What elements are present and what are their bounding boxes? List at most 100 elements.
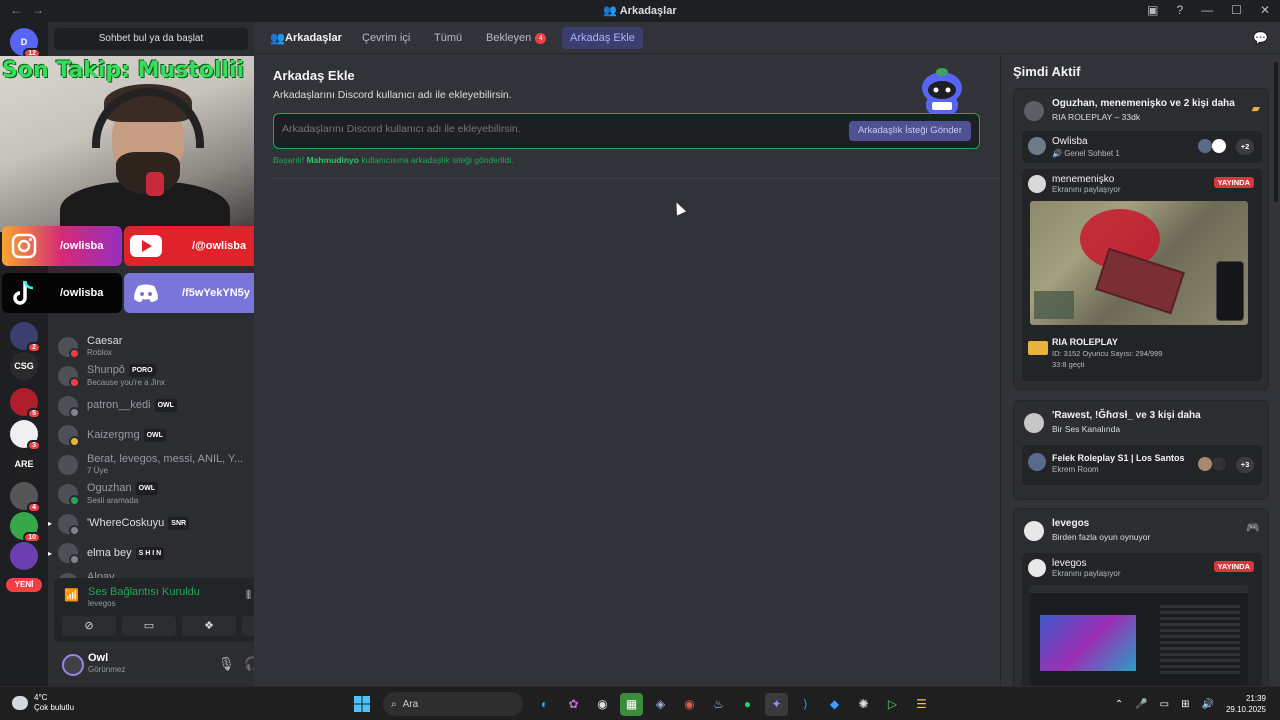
- avatar: [58, 366, 80, 389]
- avatar: [1024, 413, 1044, 433]
- ria-logo-icon: [1028, 341, 1048, 355]
- server-icon[interactable]: D 12: [10, 28, 41, 59]
- inbox-icon[interactable]: ▣: [1147, 3, 1158, 17]
- send-friend-request-button[interactable]: Arkadaşlık İsteği Gönder: [848, 121, 971, 141]
- add-friend-title: Arkadaş Ekle: [273, 68, 355, 83]
- scrollbar[interactable]: [1274, 62, 1278, 202]
- dm-list-item[interactable]: ▸ 'WhereCoskuyu SNR: [48, 509, 254, 539]
- minimize-button[interactable]: —: [1201, 3, 1213, 17]
- tab-online[interactable]: Çevrim içi: [354, 27, 418, 49]
- chevron-up-icon[interactable]: ⌃: [1115, 699, 1123, 710]
- stream-row[interactable]: levegos Ekranını paylaşıyor YAYINDA: [1022, 553, 1262, 686]
- mic-tray-icon[interactable]: 🎤: [1135, 699, 1147, 710]
- mention-badge: 2: [27, 342, 41, 353]
- tab-add-friend[interactable]: Arkadaş Ekle: [562, 27, 643, 49]
- activities-button[interactable]: ❖: [182, 616, 236, 636]
- server-icon[interactable]: 4: [10, 482, 41, 513]
- server-icon[interactable]: [10, 542, 38, 570]
- noise-suppression-icon[interactable]: ⫴: [246, 588, 251, 603]
- dm-list: Caesar Roblox Shunpô PORO Because you're a J…: [48, 332, 254, 598]
- screen-share-button[interactable]: ▭: [122, 616, 176, 636]
- voice-status-title[interactable]: Ses Bağlantısı Kuruldu: [88, 586, 200, 598]
- voice-row[interactable]: Felek Roleplay S1 | Los Santos Ekrem Roo…: [1022, 445, 1262, 485]
- weather-temp: 4°C: [34, 693, 48, 702]
- display-tray-icon[interactable]: ▭: [1160, 699, 1169, 710]
- volume-icon[interactable]: 🔊: [1202, 699, 1214, 710]
- username[interactable]: Owl: [88, 652, 108, 664]
- edge-icon[interactable]: ◐: [533, 693, 556, 716]
- nvidia-icon[interactable]: ▷: [881, 693, 904, 716]
- microphone-icon[interactable]: 🎙: [218, 656, 235, 672]
- server-icon[interactable]: 2: [10, 322, 41, 353]
- tiktok-icon: [6, 275, 42, 311]
- server-icon[interactable]: 3: [10, 420, 41, 451]
- new-badge[interactable]: YENİ: [6, 578, 42, 592]
- spotify-icon[interactable]: ●: [736, 693, 759, 716]
- stack-app-icon[interactable]: ☰: [910, 693, 933, 716]
- avatar: [1028, 137, 1046, 155]
- server-icon[interactable]: ARE: [10, 450, 38, 478]
- new-group-dm-icon[interactable]: 💬: [1253, 31, 1268, 45]
- dm-subtitle: Roblox: [87, 347, 112, 357]
- server-icon[interactable]: CSG: [10, 352, 38, 380]
- dm-name-row: Berat, levegos, messi, ANIL, Y...: [87, 453, 243, 465]
- dm-list-item[interactable]: ▸ elma bey S H I N: [48, 539, 254, 569]
- success-message: Başarılı! Mahmudinyo kullanıcısına arkad…: [273, 155, 514, 165]
- dm-name: Caesar: [87, 334, 123, 347]
- thumbnail-game-window: [1040, 615, 1136, 671]
- game-logo-icon: ▰: [1251, 103, 1260, 115]
- stream-row[interactable]: menemenişko Ekranını paylaşıyor YAYINDA …: [1022, 169, 1262, 381]
- app-icon[interactable]: ◆: [823, 693, 846, 716]
- dm-list-item[interactable]: Oguzhan OWL Sesli aramada: [48, 480, 254, 510]
- server-icon[interactable]: 10: [10, 512, 41, 543]
- guild-tag: SNR: [168, 517, 190, 531]
- dm-subtitle: Because you're a Jinx: [87, 378, 166, 388]
- voice-row[interactable]: Owlisba 🔊 Genel Sohbet 1 +2: [1022, 131, 1262, 163]
- stream-thumbnail[interactable]: [1030, 585, 1248, 685]
- avatar: [1028, 453, 1046, 471]
- discord-taskbar-icon[interactable]: ✦: [765, 692, 788, 716]
- dm-list-item[interactable]: Kaizergmg OWL: [48, 421, 254, 451]
- server-icon[interactable]: 5: [10, 388, 41, 419]
- chrome-icon[interactable]: ◉: [591, 693, 614, 716]
- copilot-icon[interactable]: ✿: [562, 693, 585, 716]
- vscode-icon[interactable]: ⟩: [794, 693, 817, 716]
- taskbar-search[interactable]: ⌕ Ara: [383, 692, 523, 716]
- dm-text: 'WhereCoskuyu SNR: [87, 517, 190, 531]
- davinci-icon[interactable]: ◈: [649, 693, 672, 716]
- tab-all[interactable]: Tümü: [426, 27, 470, 49]
- dm-text: Berat, levegos, messi, ANIL, Y... 7 Üye: [87, 453, 243, 476]
- stream-status: Ekranını paylaşıyor: [1052, 569, 1121, 578]
- member-avatar: [1212, 457, 1226, 471]
- help-icon[interactable]: ?: [1176, 3, 1183, 17]
- steam-icon[interactable]: ♨: [707, 693, 730, 716]
- minecraft-icon[interactable]: ▦: [620, 692, 643, 716]
- active-card-1[interactable]: Oguzhan, menemenişko ve 2 kişi daha RIA …: [1013, 88, 1269, 390]
- guild-tag: OWL: [135, 482, 158, 496]
- active-card-2[interactable]: 'Rawest, !Ğɦσѕƚ_ ve 3 kişi daha Bir Ses …: [1013, 400, 1269, 500]
- camera-off-button[interactable]: ⊘: [62, 616, 116, 636]
- voice-channel-name[interactable]: levegos: [88, 599, 116, 608]
- dm-name: Oguzhan: [87, 482, 132, 495]
- maximize-button[interactable]: ☐: [1231, 3, 1242, 17]
- weather-widget[interactable]: 4°C Çok bulutlu: [12, 693, 74, 713]
- avatar[interactable]: [62, 654, 84, 676]
- username-input[interactable]: [282, 123, 842, 135]
- youtube-overlay: /@owlisba: [124, 226, 268, 266]
- stream-thumbnail[interactable]: [1030, 201, 1248, 325]
- tab-pending[interactable]: Bekleyen 4: [478, 27, 554, 49]
- close-button[interactable]: ✕: [1260, 3, 1270, 17]
- weather-text: 4°C Çok bulutlu: [34, 693, 74, 713]
- find-conversation-button[interactable]: Sohbet bul ya da başlat: [54, 28, 248, 50]
- settings-app-icon[interactable]: ✺: [852, 693, 875, 716]
- windows-start-icon[interactable]: [350, 693, 373, 716]
- dm-list-item[interactable]: Shunpô PORO Because you're a Jinx: [48, 362, 254, 392]
- clock[interactable]: 21:39 29.10.2025: [1226, 693, 1266, 715]
- dm-list-item[interactable]: Caesar Roblox: [48, 332, 254, 362]
- mention-badge: 5: [27, 408, 41, 419]
- active-card-3[interactable]: levegos Birden fazla oyun oynuyor 🎮 leve…: [1013, 508, 1269, 686]
- dm-list-item[interactable]: patron__kedi OWL: [48, 391, 254, 421]
- dm-list-item[interactable]: Berat, levegos, messi, ANIL, Y... 7 Üye: [48, 450, 254, 480]
- chrome-profile-icon[interactable]: ◉: [678, 693, 701, 716]
- network-icon[interactable]: ⊞: [1181, 699, 1189, 710]
